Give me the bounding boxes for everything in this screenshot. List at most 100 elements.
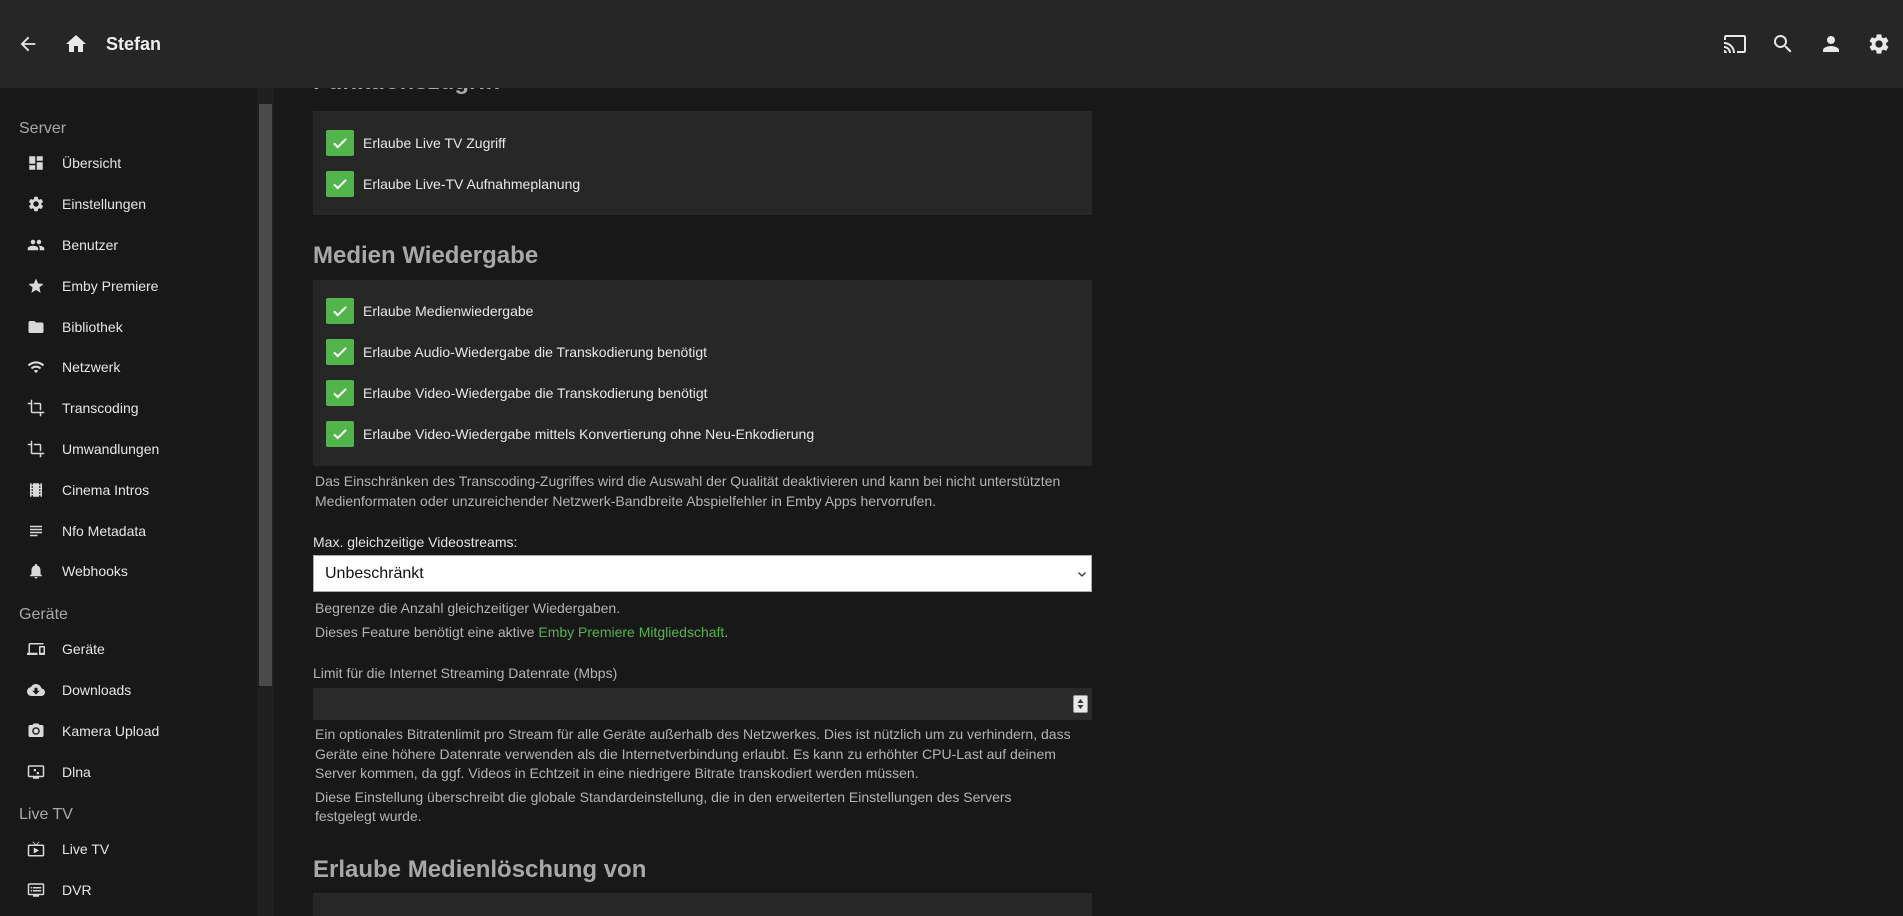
sidebar-item-emby-premiere[interactable]: Emby Premiere (0, 265, 257, 306)
help-line: Das Einschränken des Transcoding-Zugriff… (315, 473, 1061, 489)
sidebar-item-conversions[interactable]: Umwandlungen (0, 429, 257, 470)
crop-icon (27, 440, 45, 458)
feature-access-panel: Erlaube Live TV Zugriff Erlaube Live-TV … (313, 111, 1092, 215)
sidebar-item-devices[interactable]: Geräte (0, 629, 257, 670)
emby-premiere-link[interactable]: Emby Premiere Mitgliedschaft (538, 624, 724, 640)
max-streams-help: Begrenze die Anzahl gleichzeitiger Wiede… (313, 596, 1092, 644)
help-line: festgelegt wurde. (315, 808, 422, 824)
settings-button[interactable] (1855, 20, 1903, 68)
sidebar-item-label: Kamera Upload (62, 722, 160, 739)
cast-button[interactable] (1711, 20, 1759, 68)
sidebar-item-settings[interactable]: Einstellungen (0, 184, 257, 225)
sidebar-item-downloads[interactable]: Downloads (0, 670, 257, 711)
sidebar-item-nfo-metadata[interactable]: Nfo Metadata (0, 510, 257, 551)
checkbox-row-live-tv-access[interactable]: Erlaube Live TV Zugriff (313, 122, 1092, 163)
devices-icon (27, 640, 45, 658)
sidebar-item-dlna[interactable]: Dlna (0, 751, 257, 792)
checkbox-row-live-tv-recording[interactable]: Erlaube Live-TV Aufnahmeplanung (313, 163, 1092, 204)
section-heading-media-deletion: Erlaube Medienlöschung von (313, 856, 647, 883)
sidebar-item-transcoding[interactable]: Transcoding (0, 388, 257, 429)
people-icon (27, 236, 45, 254)
search-button[interactable] (1759, 20, 1807, 68)
bitrate-limit-help: Ein optionales Bitratenlimit pro Stream … (313, 725, 1092, 827)
check-icon (333, 305, 347, 317)
sidebar-item-label: DVR (62, 882, 92, 899)
media-deletion-panel (313, 893, 1092, 916)
chevron-down-icon (1078, 572, 1086, 577)
home-icon (66, 35, 86, 52)
page-title: Stefan (106, 33, 162, 54)
help-line: Ein optionales Bitratenlimit pro Stream … (315, 726, 1071, 742)
main-content: Funktionszugriff Erlaube Live TV Zugriff… (274, 88, 1903, 916)
bitrate-limit-label: Limit für die Internet Streaming Datenra… (313, 665, 618, 681)
sidebar-item-label: Dlna (62, 763, 91, 780)
checkbox-row-audio-transcoding[interactable]: Erlaube Audio-Wiedergabe die Transkodier… (313, 331, 1092, 372)
checkbox[interactable] (326, 420, 354, 447)
bitrate-limit-input[interactable] (313, 688, 1092, 720)
sidebar-item-label: Bibliothek (62, 318, 123, 335)
max-streams-label: Max. gleichzeitige Videostreams: (313, 534, 518, 550)
checkbox[interactable] (326, 379, 354, 406)
checkbox-row-media-playback[interactable]: Erlaube Medienwiedergabe (313, 290, 1092, 331)
sidebar-item-camera-upload[interactable]: Kamera Upload (0, 710, 257, 751)
checkbox[interactable] (326, 338, 354, 365)
back-button[interactable] (4, 20, 52, 68)
sidebar-item-label: Emby Premiere (62, 277, 159, 294)
help-line: Medienformaten oder unzureichender Netzw… (315, 492, 937, 509)
sidebar-item-overview[interactable]: Übersicht (0, 143, 257, 184)
section-heading-media-playback: Medien Wiedergabe (313, 242, 539, 269)
wifi-icon (27, 358, 45, 376)
home-button[interactable] (52, 20, 100, 68)
section-heading-feature-access: Funktionszugriff (313, 88, 1092, 96)
checkbox-label: Erlaube Video-Wiedergabe mittels Konvert… (363, 425, 815, 442)
top-app-bar: Stefan (0, 0, 1903, 88)
sidebar-item-dvr[interactable]: DVR (0, 870, 257, 911)
sidebar-item-label: Umwandlungen (62, 440, 160, 457)
sidebar-group-live-tv: Live TV (19, 805, 73, 823)
dlna-icon (27, 763, 45, 781)
sidebar-item-label: Live TV (62, 841, 110, 858)
transcoding-help-text: Das Einschränken des Transcoding-Zugriff… (313, 472, 1092, 511)
help-line: Begrenze die Anzahl gleichzeitiger Wiede… (315, 600, 621, 616)
sidebar-item-label: Netzwerk (62, 359, 121, 376)
checkbox[interactable] (326, 129, 354, 156)
check-icon (333, 428, 347, 440)
sidebar-item-network[interactable]: Netzwerk (0, 347, 257, 388)
search-icon (1774, 35, 1792, 53)
checkbox[interactable] (326, 170, 354, 197)
checkbox-row-video-transcoding[interactable]: Erlaube Video-Wiedergabe die Transkodier… (313, 372, 1092, 413)
help-line: Diese Einstellung überschreibt die globa… (315, 788, 1012, 805)
checkbox-label: Erlaube Audio-Wiedergabe die Transkodier… (363, 343, 708, 360)
lines-icon (27, 522, 45, 540)
help-text: . (724, 624, 729, 640)
max-streams-value: Unbeschränkt (325, 564, 424, 582)
sidebar-item-users[interactable]: Benutzer (0, 225, 257, 266)
dvr-icon (27, 881, 45, 899)
checkbox-label: Erlaube Video-Wiedergabe die Transkodier… (363, 384, 708, 401)
bell-icon (27, 562, 45, 580)
sidebar-item-library[interactable]: Bibliothek (0, 306, 257, 347)
scrollbar-thumb[interactable] (259, 104, 272, 686)
checkbox-label: Erlaube Live TV Zugriff (363, 134, 506, 151)
user-button[interactable] (1807, 20, 1855, 68)
max-streams-select[interactable]: Unbeschränkt (313, 555, 1092, 592)
sidebar-item-label: Nfo Metadata (62, 522, 147, 539)
sidebar-item-cinema-intros[interactable]: Cinema Intros (0, 469, 257, 510)
sidebar-item-label: Cinema Intros (62, 481, 150, 498)
sidebar-scrollbar[interactable] (257, 88, 274, 916)
sidebar-item-label: Downloads (62, 681, 132, 698)
star-icon (27, 277, 45, 295)
check-icon (333, 137, 347, 149)
media-playback-panel: Erlaube Medienwiedergabe Erlaube Audio-W… (313, 280, 1092, 466)
spinner-arrows-icon (1077, 699, 1084, 709)
sidebar-item-live-tv[interactable]: Live TV (0, 829, 257, 870)
crop-icon (27, 399, 45, 417)
arrow-back-icon (20, 36, 36, 52)
checkbox[interactable] (326, 297, 354, 324)
help-text: Dieses Feature benötigt eine aktive (315, 624, 539, 640)
number-spinner[interactable] (1073, 695, 1088, 713)
sidebar-item-webhooks[interactable]: Webhooks (0, 551, 257, 592)
cast-icon (1724, 35, 1746, 53)
checkbox-row-video-remux[interactable]: Erlaube Video-Wiedergabe mittels Konvert… (313, 413, 1092, 454)
sidebar-item-label: Geräte (62, 641, 105, 658)
